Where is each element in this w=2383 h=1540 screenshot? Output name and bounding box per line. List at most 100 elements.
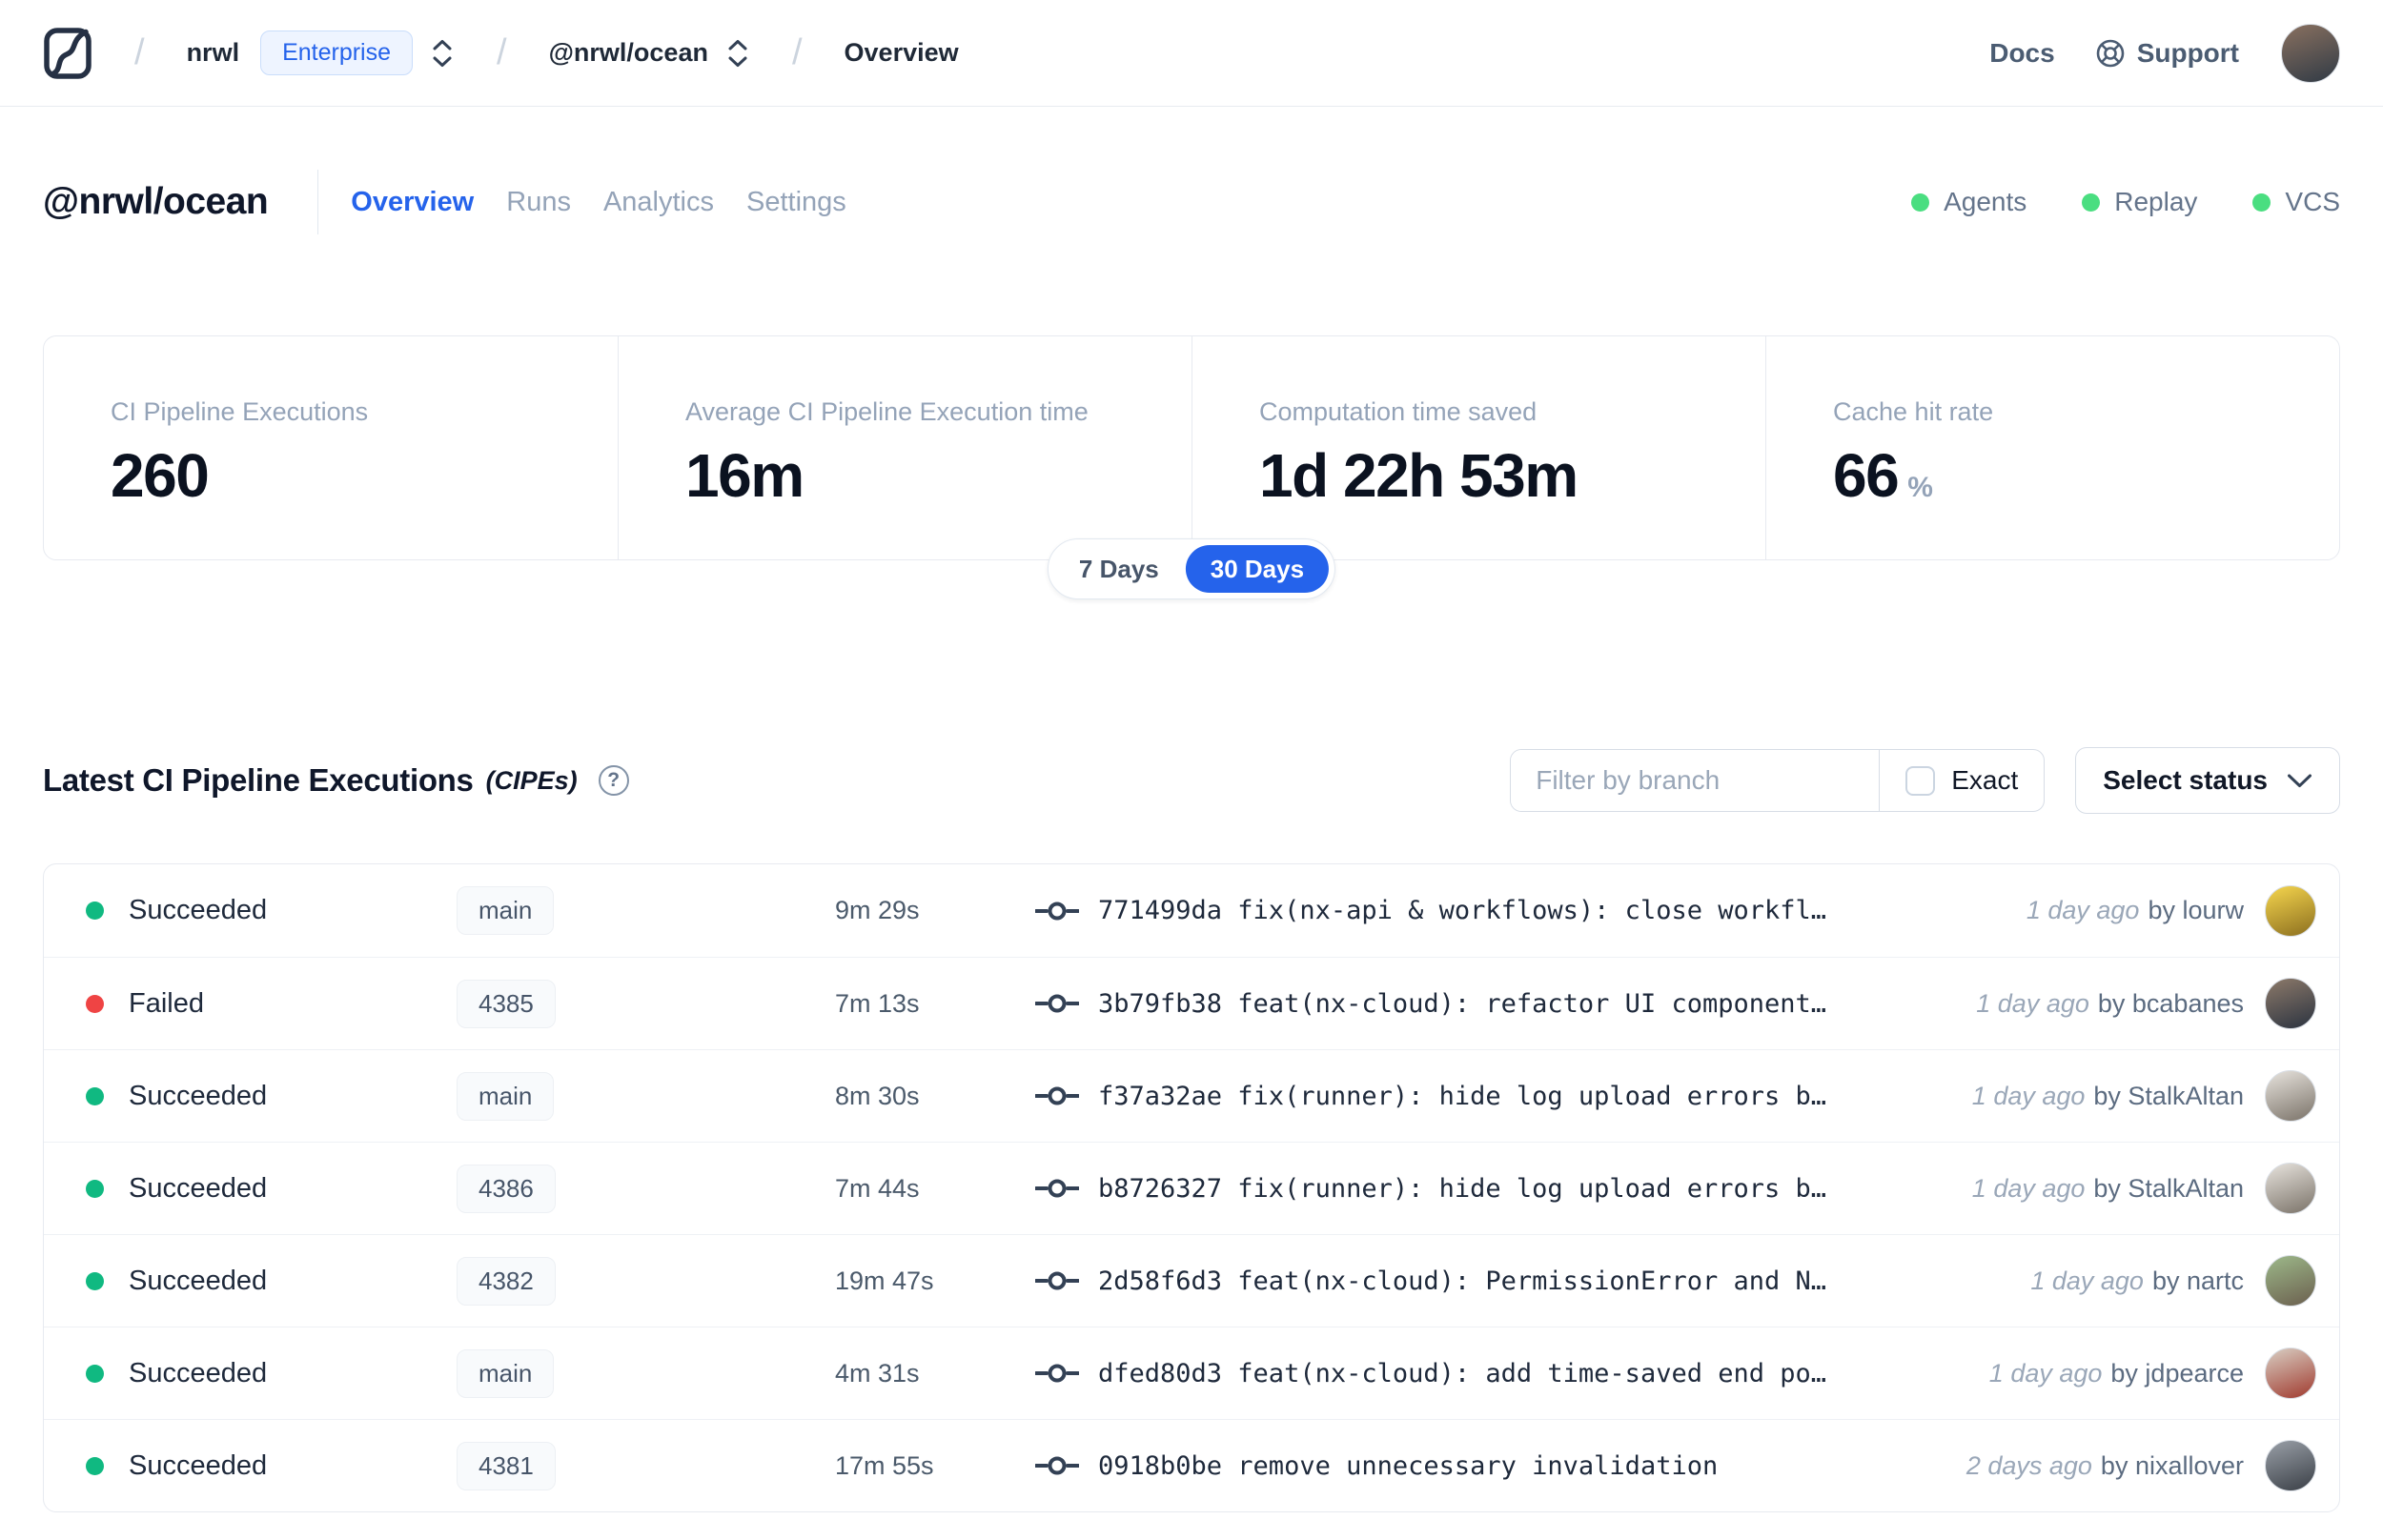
cipe-row[interactable]: Succeeded 4386 7m 44s b8726327 fix(runne… bbox=[44, 1142, 2339, 1234]
online-dot-icon bbox=[2082, 192, 2101, 212]
cipe-row[interactable]: Succeeded main 8m 30s f37a32ae fix(runne… bbox=[44, 1049, 2339, 1142]
git-commit-icon bbox=[1035, 902, 1079, 920]
org-switcher-chevrons-icon[interactable] bbox=[430, 37, 455, 70]
cipe-status-cell: Failed bbox=[86, 988, 457, 1020]
help-icon[interactable]: ? bbox=[598, 765, 629, 796]
cipe-status-cell: Succeeded bbox=[86, 1266, 457, 1297]
cipe-branch-cell: main bbox=[457, 1348, 835, 1398]
exact-checkbox[interactable] bbox=[1905, 765, 1936, 796]
cipe-time: 1 day ago bbox=[1971, 1173, 2086, 1203]
branch-badge: main bbox=[457, 1071, 555, 1121]
workspace-switcher-chevrons-icon[interactable] bbox=[725, 37, 750, 70]
cipe-commit-cell: dfed80d3 feat(nx-cloud): add time-saved … bbox=[1035, 1359, 1961, 1388]
org-plan-badge: Enterprise bbox=[260, 30, 414, 75]
stats-cards: CI Pipeline Executions 260 Average CI Pi… bbox=[43, 335, 2340, 560]
commit-message: 2d58f6d3 feat(nx-cloud): PermissionError… bbox=[1098, 1266, 1827, 1296]
support-link[interactable]: Support bbox=[2095, 38, 2239, 69]
git-commit-icon bbox=[1035, 1364, 1079, 1383]
branch-badge: main bbox=[457, 1348, 555, 1398]
cipe-status-cell: Succeeded bbox=[86, 1173, 457, 1205]
exact-toggle[interactable]: Exact bbox=[1879, 750, 2044, 811]
range-30-days[interactable]: 30 Days bbox=[1185, 545, 1330, 593]
status-dot-icon bbox=[86, 1271, 104, 1290]
cipe-commit-cell: 771499da fix(nx-api & workflows): close … bbox=[1035, 896, 1998, 925]
cipe-table: Succeeded main 9m 29s 771499da fix(nx-ap… bbox=[43, 863, 2340, 1512]
cipe-status: Failed bbox=[129, 987, 204, 1019]
status-dot-icon bbox=[86, 1086, 104, 1105]
status-dot-icon bbox=[86, 1179, 104, 1198]
chevron-down-icon bbox=[2288, 774, 2312, 787]
nx-cloud-logo[interactable] bbox=[43, 27, 92, 80]
cipe-author: by jdpearce bbox=[2110, 1358, 2244, 1388]
status-agents[interactable]: Agents bbox=[1911, 187, 2027, 217]
breadcrumb-page[interactable]: Overview bbox=[845, 38, 959, 68]
docs-link[interactable]: Docs bbox=[1989, 38, 2054, 69]
branch-badge: 4381 bbox=[457, 1441, 556, 1490]
cipe-meta-cell: 1 day ago by StalkAltan bbox=[1944, 1070, 2316, 1122]
cipe-row[interactable]: Succeeded 4381 17m 55s 0918b0be remove u… bbox=[44, 1419, 2339, 1511]
cipe-meta-cell: 1 day ago by bcabanes bbox=[1947, 978, 2316, 1029]
status-vcs[interactable]: VCS bbox=[2252, 187, 2340, 217]
stat-average-execution-time: Average CI Pipeline Execution time 16m bbox=[618, 336, 1192, 559]
cipe-author: by StalkAltan bbox=[2093, 1173, 2244, 1203]
status-replay[interactable]: Replay bbox=[2082, 187, 2197, 217]
cipe-meta-cell: 2 days ago by nixallover bbox=[1938, 1440, 2316, 1491]
cipe-status-cell: Succeeded bbox=[86, 1450, 457, 1482]
date-range-toggle: 7 Days 30 Days bbox=[1047, 538, 1336, 599]
cipe-status: Succeeded bbox=[129, 1080, 268, 1111]
cipe-time: 1 day ago bbox=[2030, 1266, 2144, 1295]
cipe-commit-cell: b8726327 fix(runner): hide log upload er… bbox=[1035, 1174, 1944, 1204]
cipe-author: by StalkAltan bbox=[2093, 1081, 2244, 1110]
breadcrumb-separator: / bbox=[134, 32, 145, 72]
cipe-title: Latest CI Pipeline Executions bbox=[43, 762, 474, 798]
cipe-meta-cell: 1 day ago by lourw bbox=[1998, 884, 2316, 937]
cipe-duration: 7m 13s bbox=[835, 988, 920, 1018]
cipe-row[interactable]: Succeeded 4382 19m 47s 2d58f6d3 feat(nx-… bbox=[44, 1234, 2339, 1327]
cipe-heading: Latest CI Pipeline Executions (CIPEs) ? bbox=[43, 762, 629, 799]
cipe-subtitle: (CIPEs) bbox=[485, 765, 578, 795]
cipe-row[interactable]: Failed 4385 7m 13s 3b79fb38 feat(nx-clou… bbox=[44, 957, 2339, 1049]
cipe-author: by nartc bbox=[2151, 1266, 2244, 1295]
user-avatar[interactable] bbox=[2281, 23, 2340, 83]
git-commit-icon bbox=[1035, 1456, 1079, 1475]
cipe-branch-cell: 4386 bbox=[457, 1164, 835, 1213]
status-select-dropdown[interactable]: Select status bbox=[2075, 747, 2340, 814]
tab-runs[interactable]: Runs bbox=[506, 187, 571, 218]
stats-section: CI Pipeline Executions 260 Average CI Pi… bbox=[43, 335, 2340, 599]
git-commit-icon bbox=[1035, 1271, 1079, 1290]
avatar bbox=[2265, 1163, 2316, 1214]
cipe-row[interactable]: Succeeded main 4m 31s dfed80d3 feat(nx-c… bbox=[44, 1327, 2339, 1419]
cipe-duration: 9m 29s bbox=[835, 896, 920, 924]
branch-filter-input[interactable] bbox=[1511, 750, 1880, 811]
breadcrumb-workspace[interactable]: @nrwl/ocean bbox=[549, 38, 708, 68]
stat-computation-time-saved: Computation time saved 1d 22h 53m bbox=[1192, 336, 1765, 559]
navbar-right: Docs Support bbox=[1989, 23, 2340, 83]
cipe-status: Succeeded bbox=[129, 895, 268, 925]
cipe-row[interactable]: Succeeded main 9m 29s 771499da fix(nx-ap… bbox=[44, 864, 2339, 957]
cipe-status-cell: Succeeded bbox=[86, 895, 457, 926]
cipe-time: 2 days ago bbox=[1965, 1450, 2092, 1480]
cipe-duration: 19m 47s bbox=[835, 1266, 934, 1295]
workspace-title: @nrwl/ocean bbox=[43, 181, 269, 222]
cipe-author: by bcabanes bbox=[2097, 988, 2244, 1018]
tab-analytics[interactable]: Analytics bbox=[603, 187, 714, 218]
commit-message: dfed80d3 feat(nx-cloud): add time-saved … bbox=[1098, 1358, 1827, 1388]
range-7-days[interactable]: 7 Days bbox=[1054, 545, 1184, 593]
commit-message: 3b79fb38 feat(nx-cloud): refactor UI com… bbox=[1098, 988, 1827, 1019]
cipe-commit-cell: 2d58f6d3 feat(nx-cloud): PermissionError… bbox=[1035, 1266, 2002, 1296]
cipe-time: 1 day ago bbox=[1976, 988, 2089, 1018]
branch-badge: main bbox=[457, 886, 555, 935]
git-commit-icon bbox=[1035, 1086, 1079, 1105]
cipe-status-cell: Succeeded bbox=[86, 1358, 457, 1389]
top-navbar: / nrwl Enterprise / @nrwl/ocean / Overvi… bbox=[0, 0, 2383, 107]
commit-message: b8726327 fix(runner): hide log upload er… bbox=[1098, 1173, 1827, 1204]
cipe-duration: 17m 55s bbox=[835, 1450, 934, 1480]
status-dot-icon bbox=[86, 1456, 104, 1475]
cipe-branch-cell: 4382 bbox=[457, 1256, 835, 1306]
cipe-author: by lourw bbox=[2148, 896, 2244, 924]
tab-overview[interactable]: Overview bbox=[351, 187, 474, 218]
breadcrumb-org[interactable]: nrwl bbox=[187, 38, 240, 68]
workspace-tabs: Overview Runs Analytics Settings bbox=[351, 187, 846, 218]
cipe-duration: 4m 31s bbox=[835, 1358, 920, 1388]
tab-settings[interactable]: Settings bbox=[746, 187, 846, 218]
